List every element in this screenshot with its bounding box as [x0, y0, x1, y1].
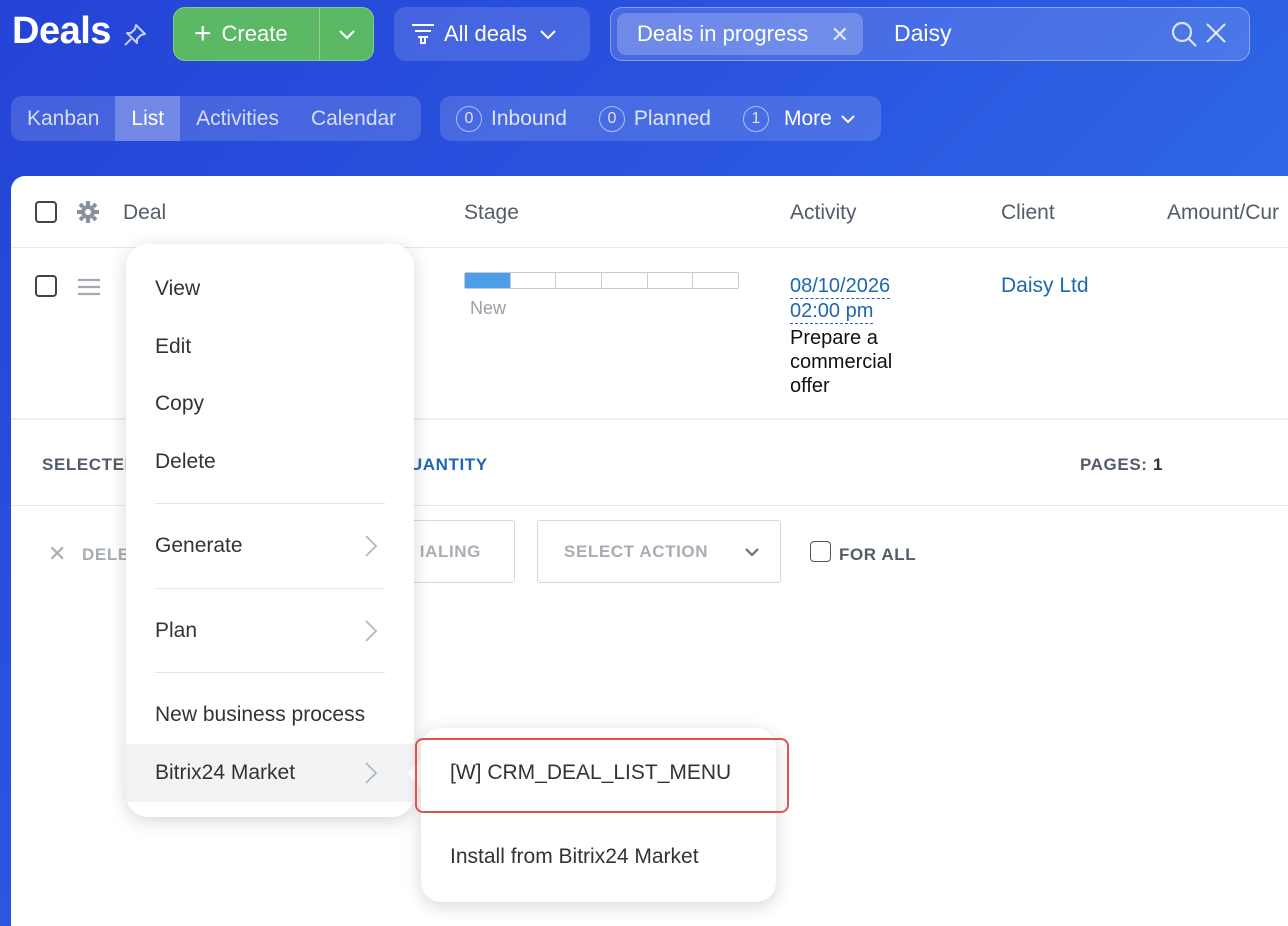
menu-item-plan[interactable]: Plan — [126, 608, 414, 654]
counter-inbound[interactable]: 0 Inbound — [456, 105, 567, 132]
menu-item-delete[interactable]: Delete — [126, 439, 414, 485]
create-label: Create — [221, 21, 288, 46]
all-deals-dropdown[interactable]: All deals — [394, 7, 590, 61]
menu-item-edit[interactable]: Edit — [126, 324, 414, 370]
counter-more[interactable]: 1 More — [743, 105, 856, 132]
menu-item-label: Generate — [155, 534, 243, 557]
activity-datetime-link[interactable]: 08/10/2026 02:00 pm — [790, 274, 891, 324]
stage-segment — [647, 273, 694, 288]
for-all-label: FOR ALL — [839, 545, 917, 564]
funnel-icon — [412, 24, 434, 44]
activity-date: 08/10/2026 — [790, 275, 891, 299]
menu-item-copy[interactable]: Copy — [126, 381, 414, 427]
column-header-client[interactable]: Client — [1001, 201, 1055, 225]
tab-list[interactable]: List — [115, 96, 181, 141]
chevron-right-icon — [365, 535, 378, 557]
stage-label: New — [470, 298, 507, 318]
menu-item-label: Plan — [155, 619, 198, 642]
select-action-dropdown[interactable]: SELECT ACTION — [537, 520, 781, 583]
menu-item-label: Bitrix24 Market — [155, 761, 296, 784]
filter-chip[interactable]: Deals in progress ✕ — [617, 13, 863, 55]
stage-segment — [556, 273, 603, 288]
stage-segment — [602, 273, 648, 288]
chevron-down-icon — [841, 115, 855, 124]
row-menu-icon[interactable] — [77, 278, 101, 296]
pages-label: PAGES: — [1080, 455, 1148, 474]
all-deals-label: All deals — [444, 21, 528, 46]
delete-icon[interactable]: ✕ — [48, 541, 66, 567]
activity-time: 02:00 pm — [790, 300, 874, 324]
delete-button[interactable]: DELE — [82, 545, 130, 565]
highlight-box — [415, 738, 789, 813]
stage-segment — [693, 273, 738, 288]
stage-segment — [510, 273, 557, 288]
chevron-down-icon — [338, 30, 355, 40]
submenu-item-install-market[interactable]: Install from Bitrix24 Market — [421, 834, 776, 880]
counter-label: Planned — [633, 106, 711, 130]
client-link[interactable]: Daisy Ltd — [1001, 274, 1089, 298]
more-label: More — [784, 106, 832, 130]
column-header-activity[interactable]: Activity — [790, 201, 857, 225]
counter-badge: 0 — [598, 105, 625, 132]
create-main-button[interactable]: + Create — [174, 8, 320, 60]
select-all-checkbox[interactable] — [35, 201, 57, 223]
menu-item-view[interactable]: View — [126, 266, 414, 312]
clear-icon[interactable] — [1205, 22, 1227, 44]
chevron-down-icon — [745, 548, 759, 557]
tab-activities[interactable]: Activities — [180, 96, 295, 141]
stage-segment — [465, 273, 511, 288]
create-dropdown-button[interactable] — [320, 8, 373, 60]
plus-icon: + — [194, 17, 212, 50]
gear-icon[interactable] — [77, 201, 99, 223]
counter-badge: 0 — [456, 105, 482, 132]
stage-progress-bar[interactable] — [464, 272, 739, 289]
row-checkbox[interactable] — [35, 275, 57, 297]
column-header-stage[interactable]: Stage — [464, 201, 519, 225]
column-header-amount[interactable]: Amount/Cur — [1167, 201, 1279, 225]
search-input[interactable]: Daisy — [894, 20, 952, 47]
counter-badge: 1 — [743, 105, 769, 132]
tab-calendar[interactable]: Calendar — [295, 96, 412, 141]
menu-item-new-business-process[interactable]: New business process — [126, 692, 414, 738]
more-dropdown[interactable]: More — [784, 107, 856, 131]
pin-icon[interactable] — [122, 22, 148, 48]
view-tabs: Kanban List Activities Calendar — [11, 96, 421, 141]
chevron-right-icon — [365, 620, 378, 642]
menu-divider — [155, 588, 385, 589]
menu-item-generate[interactable]: Generate — [126, 523, 414, 569]
context-menu: View Edit Copy Delete Generate Plan New … — [126, 244, 414, 817]
pages-value: 1 — [1153, 455, 1164, 474]
counter-planned[interactable]: 0 Planned — [598, 105, 711, 132]
chevron-right-icon — [365, 762, 378, 784]
create-button[interactable]: + Create — [173, 7, 374, 61]
activity-description: Prepare a commercial offer — [790, 327, 893, 397]
counter-label: Inbound — [491, 106, 567, 130]
menu-divider — [155, 503, 385, 504]
tab-kanban[interactable]: Kanban — [11, 96, 115, 141]
menu-item-bitrix24-market[interactable]: Bitrix24 Market — [126, 744, 414, 802]
menu-divider — [155, 672, 385, 673]
search-icon[interactable] — [1170, 20, 1198, 48]
counters-bar: 0 Inbound 0 Planned 1 More — [440, 96, 881, 141]
close-icon[interactable]: ✕ — [831, 22, 849, 48]
filter-chip-label: Deals in progress — [637, 21, 809, 46]
column-header-deal[interactable]: Deal — [123, 201, 166, 225]
select-action-label: SELECT ACTION — [564, 541, 709, 561]
for-all-checkbox[interactable] — [810, 541, 831, 562]
page-title: Deals — [12, 10, 111, 52]
chevron-down-icon — [540, 30, 556, 40]
selected-label: SELECTED — [42, 455, 138, 474]
